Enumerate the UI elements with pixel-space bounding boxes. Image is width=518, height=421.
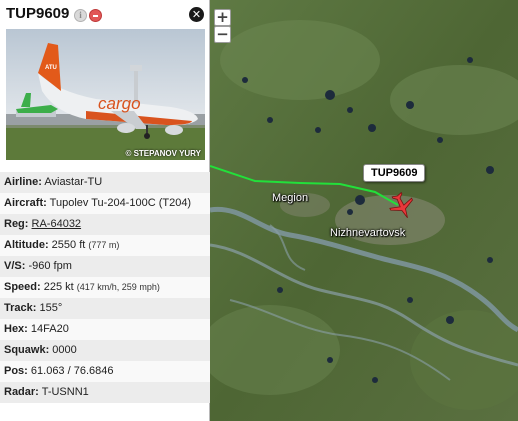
flight-info-panel: TUP9609 i ✕ ATU cargo © STEPANOV YURY Ai… [0,0,210,421]
flight-callsign-title: TUP9609 [6,5,70,22]
detail-aircraft: Aircraft: Tupolev Tu-204-100C (T204) [0,193,210,214]
detail-label: V/S: [4,260,26,272]
aircraft-callsign-tag[interactable]: TUP9609 [363,164,426,182]
photo-credit: © STEPANOV YURY [125,149,201,158]
map-view[interactable]: + − Megion Nizhnevartovsk TUP9609 [210,0,518,421]
detail-squawk: Squawk: 0000 [0,340,210,361]
detail-position: Pos: 61.063 / 76.6846 [0,361,210,382]
detail-value: -960 fpm [28,260,72,272]
detail-value: 61.063 / 76.6846 [30,365,114,377]
close-icon[interactable]: ✕ [189,7,204,22]
detail-value: 155° [39,302,63,314]
detail-label: Pos: [4,365,28,377]
detail-label: Speed: [4,281,41,293]
detail-hex: Hex: 14FA20 [0,319,210,340]
map-label-nizhnevartovsk: Nizhnevartovsk [330,227,406,239]
detail-label: Airline: [4,176,42,188]
detail-value: Aviastar-TU [44,176,103,188]
flight-details-list: Airline: Aviastar-TU Aircraft: Tupolev T… [0,172,210,403]
zoom-out-button[interactable]: − [214,26,231,43]
aircraft-photo[interactable]: ATU cargo © STEPANOV YURY [6,29,205,160]
aircraft-tail-logo: ATU [45,65,57,71]
detail-label: Aircraft: [4,197,47,209]
detail-extra: (417 km/h, 259 mph) [76,282,160,292]
panel-header: TUP9609 i ✕ [0,0,210,28]
detail-label: Hex: [4,323,28,335]
detail-extra: (777 m) [88,240,120,250]
detail-value: 14FA20 [30,323,69,335]
detail-label: Reg: [4,218,29,230]
aircraft-livery-text: cargo [98,94,141,113]
detail-value: Tupolev Tu-204-100C (T204) [49,197,192,209]
detail-altitude: Altitude: 2550 ft (777 m) [0,235,210,256]
detail-label: Altitude: [4,239,49,251]
detail-vertical-speed: V/S: -960 fpm [0,256,210,277]
info-icon[interactable]: i [74,9,87,22]
aircraft-photo-image: ATU cargo [6,29,205,160]
registration-link[interactable]: RA-64032 [32,218,82,230]
detail-label: Radar: [4,386,39,398]
detail-airline: Airline: Aviastar-TU [0,172,210,193]
zoom-in-button[interactable]: + [214,9,231,26]
map-label-megion: Megion [272,192,309,204]
detail-speed: Speed: 225 kt (417 km/h, 259 mph) [0,277,210,298]
detail-value: 225 kt [43,281,74,293]
detail-value: 0000 [52,344,77,356]
detail-label: Squawk: [4,344,50,356]
detail-label: Track: [4,302,37,314]
detail-radar: Radar: T-USNN1 [0,382,210,403]
detail-value: T-USNN1 [41,386,89,398]
detail-value: 2550 ft [51,239,86,251]
satellite-imagery [210,0,518,421]
detail-track: Track: 155° [0,298,210,319]
no-entry-icon[interactable] [89,9,102,22]
airplane-icon[interactable] [387,191,417,221]
detail-reg: Reg: RA-64032 [0,214,210,235]
